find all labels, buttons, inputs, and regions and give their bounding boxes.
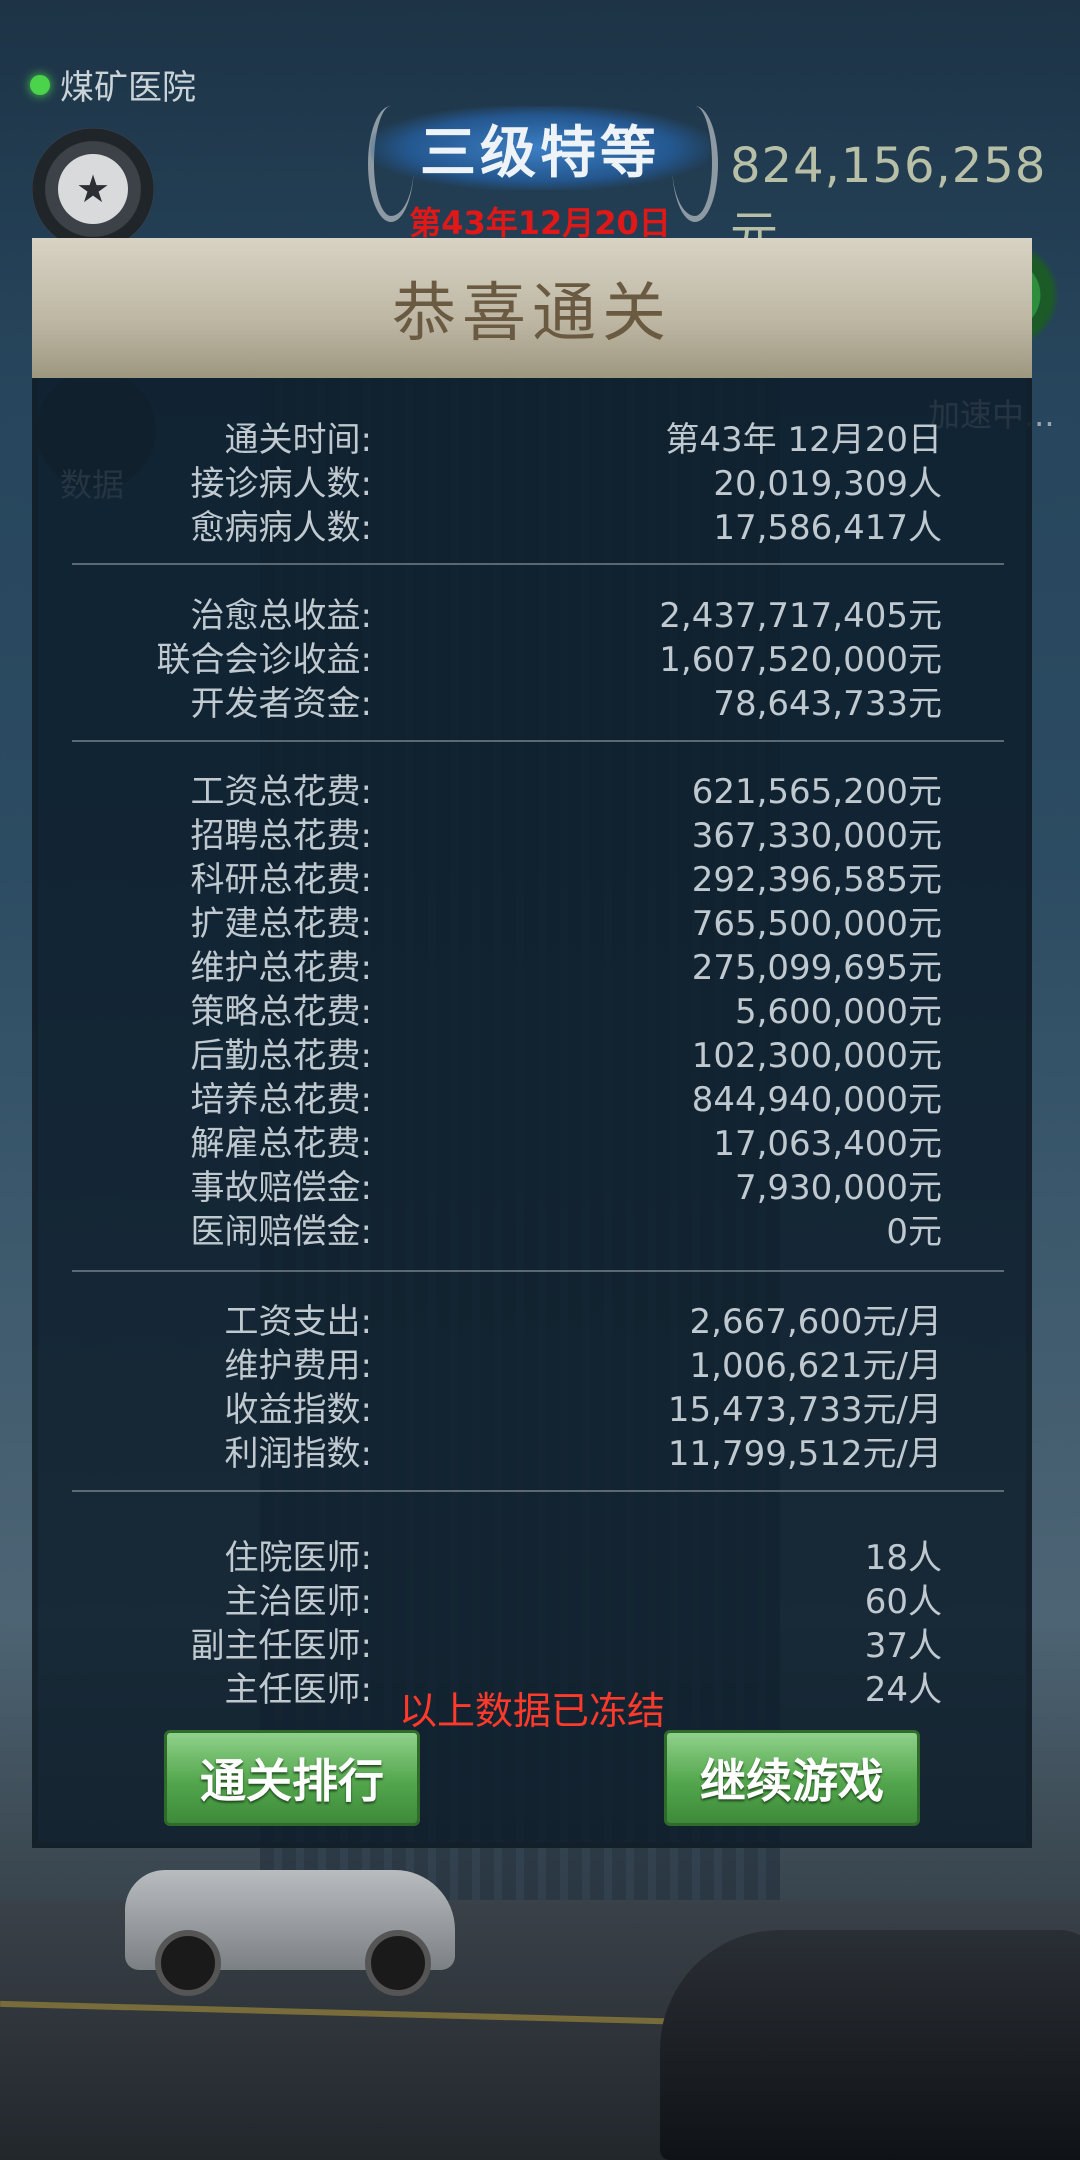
status-dot-icon xyxy=(30,74,50,95)
medal-star-icon: ★ xyxy=(58,154,128,224)
stat-row: 策略总花费: 5,600,000元 xyxy=(32,984,1032,1032)
stat-label: 利润指数: xyxy=(224,1434,372,1474)
stat-value: 765,500,000元 xyxy=(691,904,942,944)
section-divider xyxy=(72,740,1004,742)
ranking-button[interactable]: 通关排行 xyxy=(164,1730,420,1826)
stat-value: 275,099,695元 xyxy=(691,948,942,988)
section-divider xyxy=(72,1270,1004,1272)
stat-label: 维护费用: xyxy=(224,1346,372,1386)
stat-row: 培养总花费: 844,940,000元 xyxy=(32,1072,1032,1120)
stat-value: 1,607,520,000元 xyxy=(659,640,942,680)
stat-value: 102,300,000元 xyxy=(691,1036,942,1076)
stat-value: 2,437,717,405元 xyxy=(659,596,942,636)
wheel xyxy=(155,1930,221,1996)
stat-label: 副主任医师: xyxy=(190,1626,372,1666)
stat-label: 主治医师: xyxy=(224,1582,372,1622)
stat-label: 工资总花费: xyxy=(190,772,372,812)
stat-row: 招聘总花费: 367,330,000元 xyxy=(32,808,1032,856)
stat-label: 科研总花费: xyxy=(190,860,372,900)
medal-button[interactable]: ★ xyxy=(32,128,154,250)
stat-row: 事故赔偿金: 7,930,000元 xyxy=(32,1160,1032,1208)
stat-row: 副主任医师: 37人 xyxy=(32,1618,1032,1666)
stat-value: 15,473,733元/月 xyxy=(667,1390,942,1430)
stat-value: 0元 xyxy=(886,1212,942,1252)
stat-value: 78,643,733元 xyxy=(713,684,942,724)
stats-group: 治愈总收益: 2,437,717,405元联合会诊收益: 1,607,520,000… xyxy=(32,588,1032,724)
stat-row: 开发者资金: 78,643,733元 xyxy=(32,676,1032,724)
stat-label: 住院医师: xyxy=(224,1538,372,1578)
hospital-rank: 三级特等 xyxy=(420,120,660,186)
stat-row: 工资支出: 2,667,600元/月 xyxy=(32,1294,1032,1342)
stat-value: 60人 xyxy=(864,1582,942,1622)
continue-game-button[interactable]: 继续游戏 xyxy=(664,1730,920,1826)
section-divider xyxy=(72,563,1004,565)
stats-group: 工资支出: 2,667,600元/月维护费用: 1,006,621元/月收益指数: 1… xyxy=(32,1294,1032,1474)
stat-value: 5,600,000元 xyxy=(734,992,942,1032)
stat-label: 开发者资金: xyxy=(190,684,372,724)
stat-label: 后勤总花费: xyxy=(190,1036,372,1076)
stat-row: 医闹赔偿金: 0元 xyxy=(32,1204,1032,1252)
stat-row: 科研总花费: 292,396,585元 xyxy=(32,852,1032,900)
stat-row: 接诊病人数: 20,019,309人 xyxy=(32,456,1032,504)
stat-row: 治愈总收益: 2,437,717,405元 xyxy=(32,588,1032,636)
dialog-header: 恭喜通关 xyxy=(32,238,1032,378)
stat-label: 解雇总花费: xyxy=(190,1124,372,1164)
wheel xyxy=(365,1930,431,1996)
stat-value: 17,586,417人 xyxy=(713,508,942,548)
stat-row: 工资总花费: 621,565,200元 xyxy=(32,764,1032,812)
stat-value: 18人 xyxy=(864,1538,942,1578)
frozen-note: 以上数据已冻结 xyxy=(398,1689,665,1733)
hospital-rank-badge: 三级特等 xyxy=(370,106,710,190)
stat-row: 解雇总花费: 17,063,400元 xyxy=(32,1116,1032,1164)
hospital-name: 煤矿医院 xyxy=(30,60,196,109)
stat-row: 联合会诊收益: 1,607,520,000元 xyxy=(32,632,1032,680)
stat-value: 7,930,000元 xyxy=(734,1168,942,1208)
hospital-name-text: 煤矿医院 xyxy=(60,68,196,108)
stat-value: 621,565,200元 xyxy=(691,772,942,812)
stats-group: 工资总花费: 621,565,200元 招聘总花费: 367,330,000元 科研总花… xyxy=(32,764,1032,1252)
stat-label: 招聘总花费: xyxy=(190,816,372,856)
stat-label: 收益指数: xyxy=(224,1390,372,1430)
stat-label: 事故赔偿金: xyxy=(190,1168,372,1208)
stat-label: 通关时间: xyxy=(224,420,372,460)
car-silver xyxy=(125,1870,455,1996)
stat-row: 后勤总花费: 102,300,000元 xyxy=(32,1028,1032,1076)
stat-value: 17,063,400元 xyxy=(713,1124,942,1164)
stat-value: 367,330,000元 xyxy=(691,816,942,856)
dialog-title: 恭喜通关 xyxy=(392,277,672,351)
stat-value: 292,396,585元 xyxy=(691,860,942,900)
stat-row: 住院医师: 18人 xyxy=(32,1530,1032,1578)
stat-row: 利润指数: 11,799,512元/月 xyxy=(32,1426,1032,1474)
stat-label: 愈病病人数: xyxy=(190,508,372,548)
stat-value: 1,006,621元/月 xyxy=(689,1346,943,1386)
section-divider xyxy=(72,1490,1004,1492)
stat-row: 主治医师: 60人 xyxy=(32,1574,1032,1622)
stat-value: 11,799,512元/月 xyxy=(667,1434,942,1474)
stat-value: 20,019,309人 xyxy=(713,464,942,504)
stat-label: 工资支出: xyxy=(224,1302,372,1342)
stat-row: 通关时间: 第43年 12月20日 xyxy=(32,412,1032,460)
stat-label: 接诊病人数: xyxy=(190,464,372,504)
stat-label: 联合会诊收益: xyxy=(156,640,372,680)
stat-value: 2,667,600元/月 xyxy=(689,1302,943,1342)
stat-row: 维护总花费: 275,099,695元 xyxy=(32,940,1032,988)
stats-group: 通关时间: 第43年 12月20日接诊病人数: 20,019,309人愈病病人数: 1… xyxy=(32,412,1032,548)
stat-value: 第43年 12月20日 xyxy=(665,420,942,460)
stat-label: 维护总花费: xyxy=(190,948,372,988)
stat-value: 844,940,000元 xyxy=(691,1080,942,1120)
car-black xyxy=(660,1930,1080,2160)
stat-label: 医闹赔偿金: xyxy=(190,1212,372,1252)
stat-row: 扩建总花费: 765,500,000元 xyxy=(32,896,1032,944)
stat-value: 37人 xyxy=(864,1626,942,1666)
stat-row: 愈病病人数: 17,586,417人 xyxy=(32,500,1032,548)
stat-row: 维护费用: 1,006,621元/月 xyxy=(32,1338,1032,1386)
stat-label: 策略总花费: xyxy=(190,992,372,1032)
stat-label: 治愈总收益: xyxy=(190,596,372,636)
stat-label: 培养总花费: xyxy=(190,1080,372,1120)
stat-label: 扩建总花费: xyxy=(190,904,372,944)
stat-row: 收益指数: 15,473,733元/月 xyxy=(32,1382,1032,1430)
